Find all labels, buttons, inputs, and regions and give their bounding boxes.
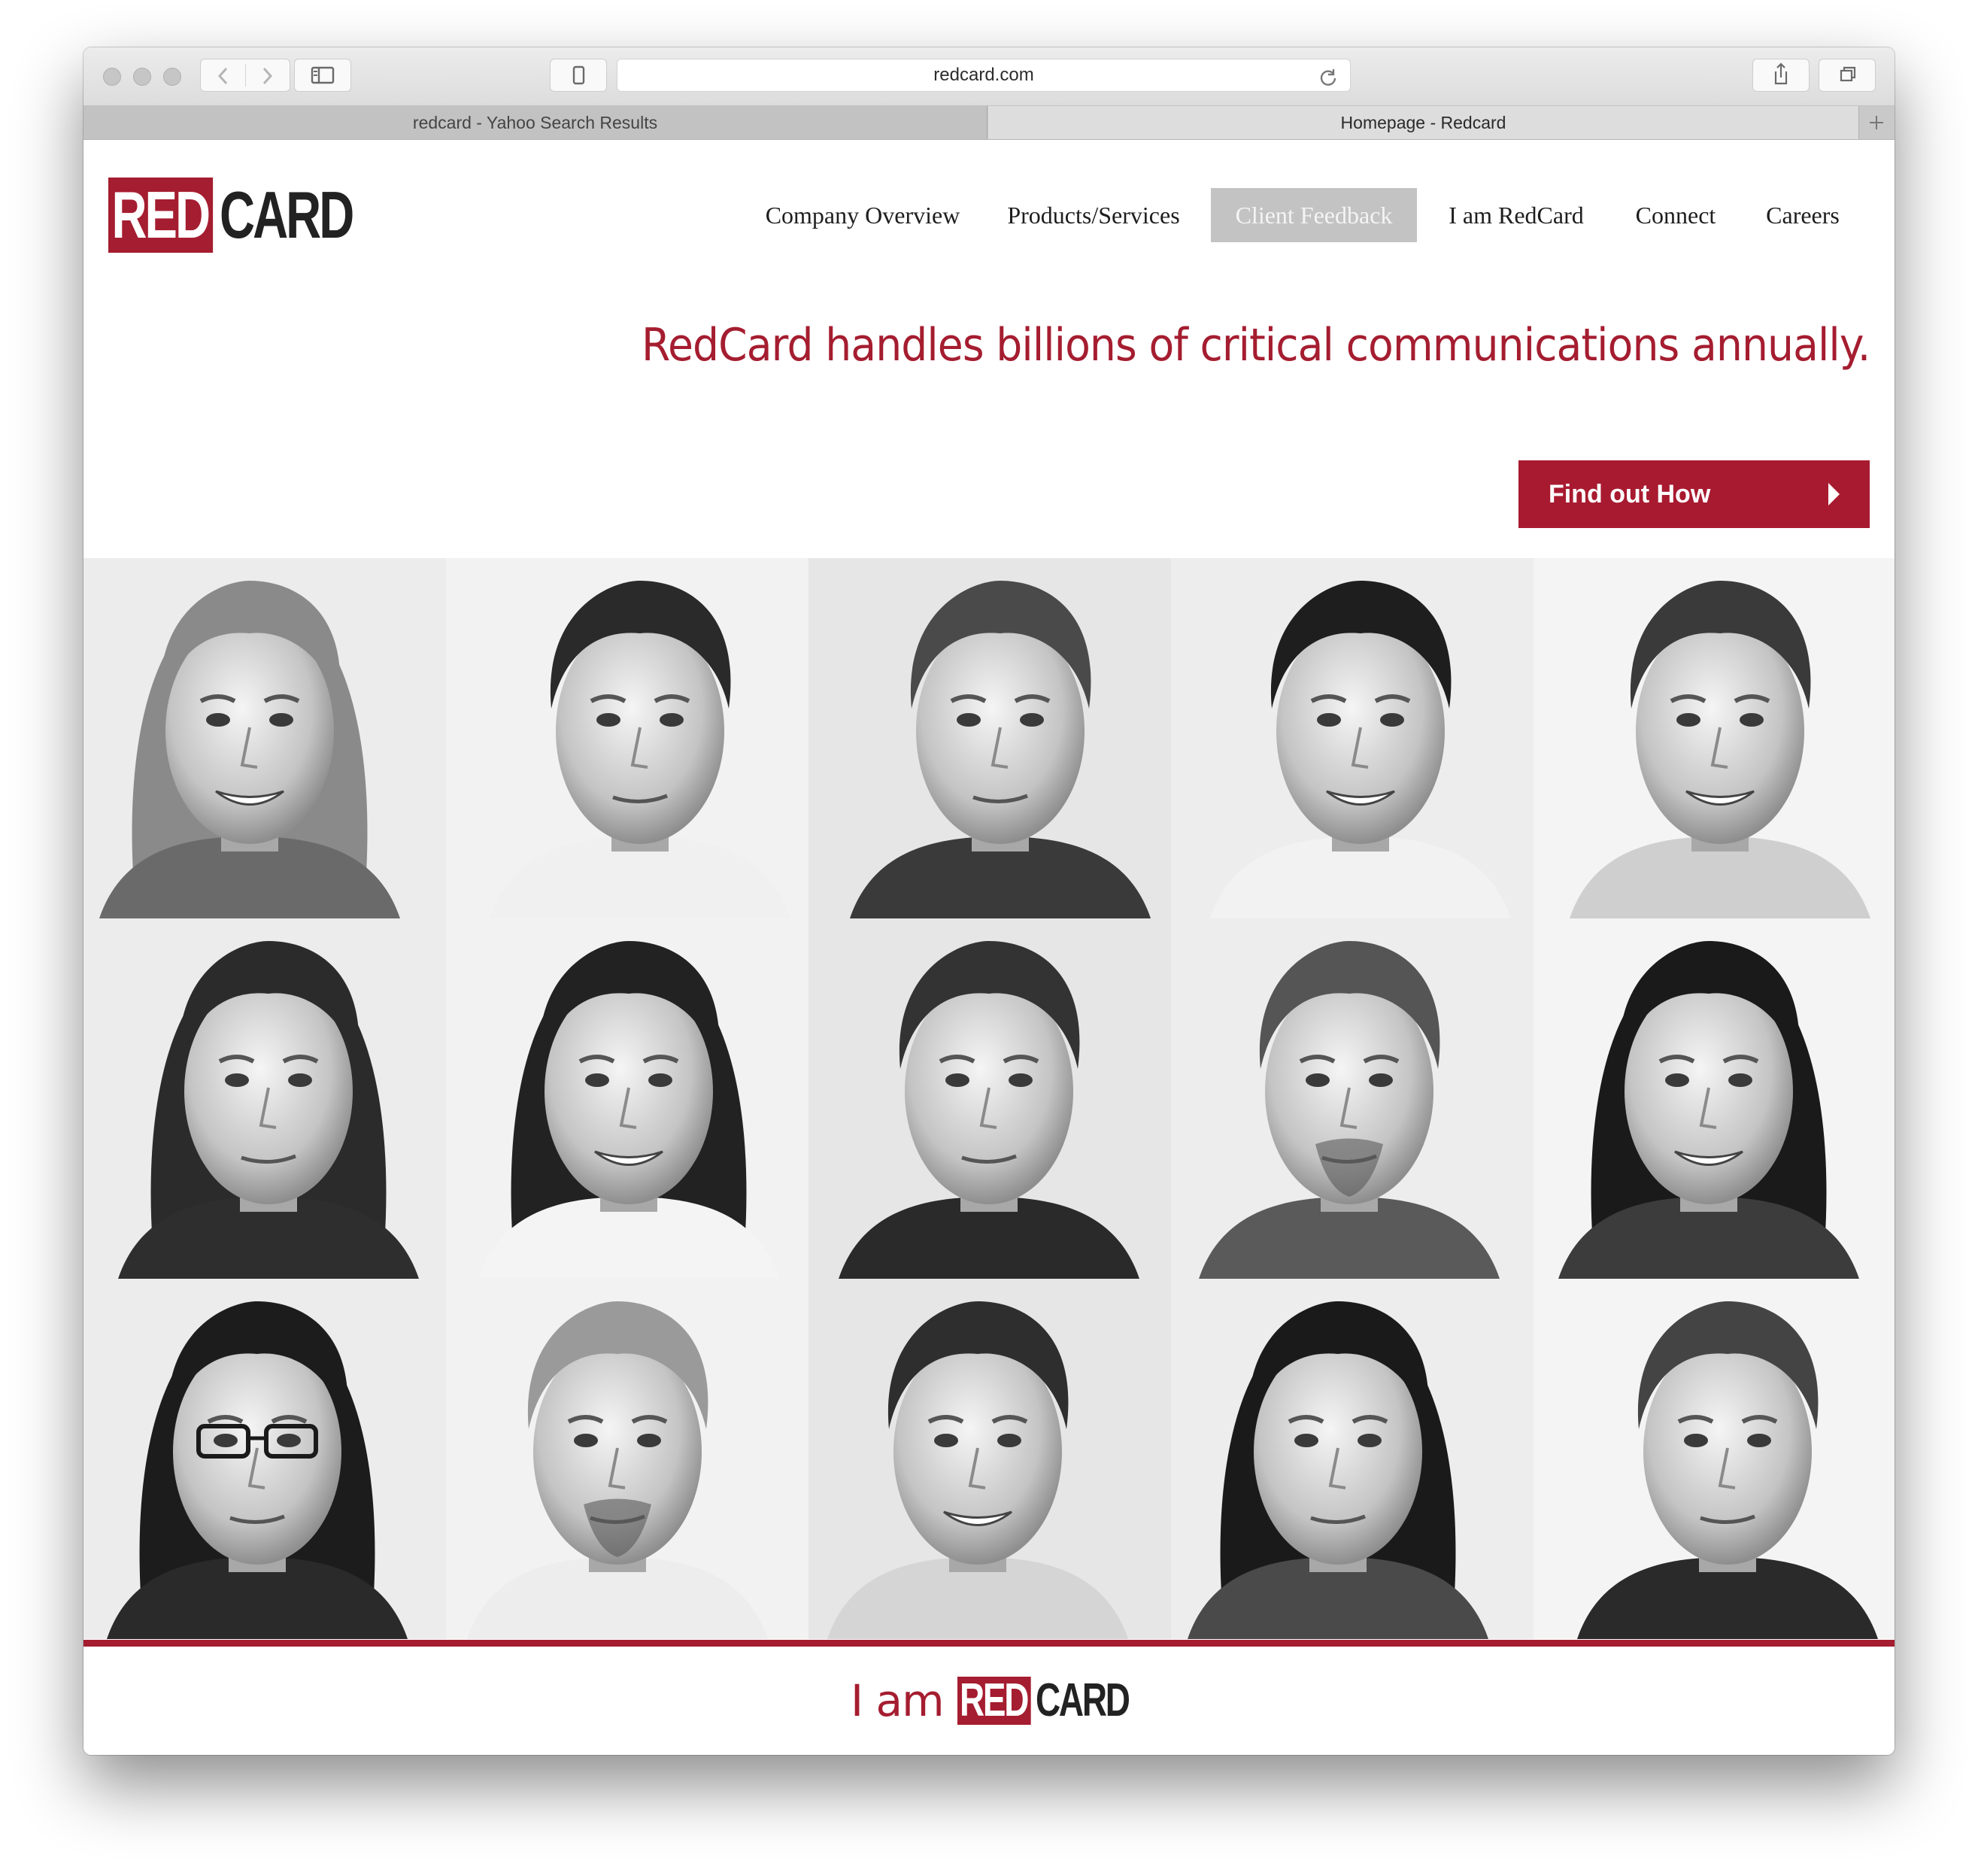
team-portrait[interactable] <box>1534 1279 1895 1639</box>
logo-red-part: RED <box>108 178 213 253</box>
address-bar[interactable]: redcard.com <box>617 59 1351 92</box>
share-icon[interactable] <box>1752 59 1810 92</box>
chevron-right-icon[interactable] <box>258 65 276 90</box>
play-arrow-icon <box>1828 483 1840 505</box>
team-portrait[interactable] <box>1171 1279 1534 1639</box>
team-portrait[interactable] <box>808 1279 1171 1639</box>
team-portrait-grid <box>83 558 1895 1640</box>
tagline-dark-part: CARD <box>1035 1674 1130 1726</box>
team-portrait[interactable] <box>446 1279 808 1639</box>
cta-label: Find out How <box>1549 480 1711 508</box>
url-text: redcard.com <box>933 65 1034 85</box>
team-portrait[interactable] <box>83 1279 446 1639</box>
close-window-icon[interactable] <box>103 68 121 86</box>
nav-client-feedback[interactable]: Client Feedback <box>1211 188 1417 242</box>
team-portrait[interactable] <box>1534 558 1895 918</box>
tagline-red-part: RED <box>957 1677 1031 1725</box>
logo-dark-part: CARD <box>219 178 354 252</box>
tab-title: Homepage - Redcard <box>1340 113 1506 132</box>
nav-products-services[interactable]: Products/Services <box>996 188 1191 242</box>
plus-icon[interactable] <box>1858 106 1895 139</box>
tab-title: redcard - Yahoo Search Results <box>412 113 658 132</box>
team-portrait[interactable] <box>1171 558 1534 918</box>
team-portrait[interactable] <box>808 558 1171 918</box>
team-portrait[interactable] <box>83 558 446 918</box>
minimize-window-icon[interactable] <box>133 68 151 86</box>
reload-icon[interactable] <box>1318 66 1338 98</box>
tab-redcard-homepage[interactable]: Homepage - Redcard <box>988 106 1858 139</box>
find-out-how-button[interactable]: Find out How <box>1518 460 1870 528</box>
nav-company-overview[interactable]: Company Overview <box>739 188 987 242</box>
web-page: RED CARD Company Overview Products/Servi… <box>83 140 1895 1755</box>
team-portrait[interactable] <box>83 918 446 1279</box>
nav-connect[interactable]: Connect <box>1622 188 1729 242</box>
tabs-overview-icon[interactable] <box>1819 59 1876 92</box>
tab-yahoo-search[interactable]: redcard - Yahoo Search Results <box>83 106 987 139</box>
nav-careers[interactable]: Careers <box>1750 188 1855 242</box>
phone-icon[interactable] <box>550 59 607 92</box>
zoom-window-icon[interactable] <box>163 68 181 86</box>
tagline-prefix: I am <box>851 1675 945 1726</box>
history-nav-group <box>200 59 290 92</box>
hero-headline: RedCard handles billions of critical com… <box>641 319 1870 372</box>
footer-divider <box>83 1640 1895 1647</box>
browser-window: redcard.com redcard - Yahoo Search Resul… <box>83 47 1895 1755</box>
team-portrait[interactable] <box>808 918 1171 1279</box>
redcard-logo[interactable]: RED CARD <box>108 178 399 253</box>
nav-i-am-redcard[interactable]: I am RedCard <box>1435 188 1597 242</box>
team-portrait[interactable] <box>1171 918 1534 1279</box>
i-am-redcard-tagline[interactable]: I am RED CARD <box>851 1674 1161 1727</box>
browser-toolbar: redcard.com <box>83 47 1895 106</box>
team-portrait[interactable] <box>1534 918 1895 1279</box>
tab-bar: redcard - Yahoo Search Results Homepage … <box>83 106 1895 140</box>
team-portrait[interactable] <box>446 558 808 918</box>
chevron-left-icon[interactable] <box>214 65 232 90</box>
team-portrait[interactable] <box>446 918 808 1279</box>
sidebar-icon[interactable] <box>294 59 351 92</box>
